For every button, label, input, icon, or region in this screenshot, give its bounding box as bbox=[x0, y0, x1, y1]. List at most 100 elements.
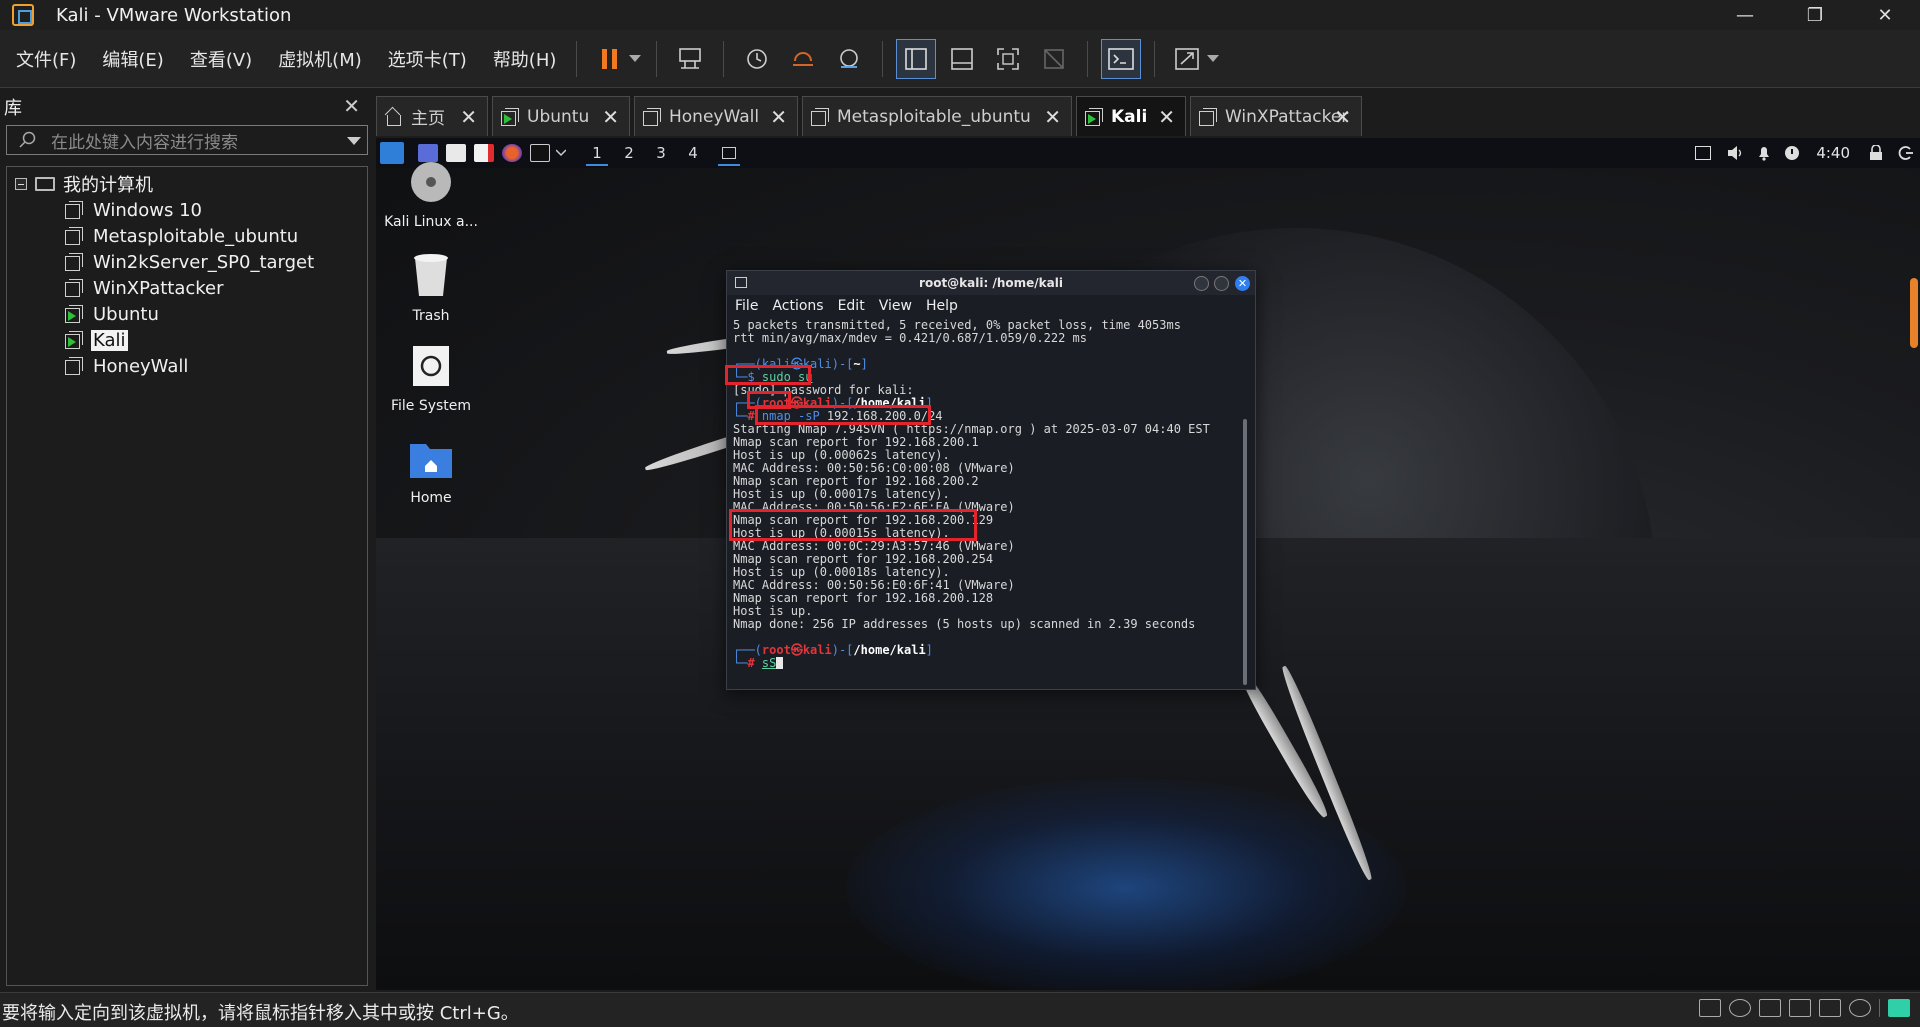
printer-icon[interactable] bbox=[1789, 999, 1811, 1017]
trash-icon bbox=[414, 254, 448, 296]
tree-root-my-computer[interactable]: 我的计算机 bbox=[15, 171, 153, 197]
message-log-icon[interactable] bbox=[1888, 999, 1910, 1017]
stretch-guest-button[interactable] bbox=[1168, 39, 1208, 79]
workspace-2[interactable]: 2 bbox=[614, 138, 644, 168]
toolbar-divider bbox=[576, 40, 578, 77]
taskbar-terminal-window[interactable] bbox=[714, 138, 744, 168]
terminal-menu-view[interactable]: View bbox=[879, 298, 912, 314]
search-dropdown-icon[interactable] bbox=[347, 137, 361, 145]
desktop-icon-file-system[interactable]: File System bbox=[376, 344, 486, 414]
library-view-icon bbox=[905, 47, 928, 70]
vm-icon bbox=[65, 201, 83, 219]
chevron-down-icon[interactable] bbox=[556, 149, 566, 157]
menu-file[interactable]: 文件(F) bbox=[6, 46, 86, 72]
power-status-icon[interactable] bbox=[1784, 145, 1800, 161]
terminal-menu-help[interactable]: Help bbox=[926, 298, 958, 314]
terminal-maximize-button[interactable] bbox=[1214, 276, 1229, 291]
terminal-minimize-button[interactable] bbox=[1194, 276, 1209, 291]
library-view-button[interactable] bbox=[896, 38, 937, 79]
hard-disk-icon[interactable] bbox=[1699, 999, 1721, 1017]
cd-dvd-icon[interactable] bbox=[1729, 999, 1751, 1017]
tab-metasploitable-ubuntu[interactable]: Metasploitable_ubuntu ✕ bbox=[802, 96, 1072, 136]
clock[interactable]: 4:40 bbox=[1816, 144, 1850, 162]
display-icon[interactable] bbox=[1695, 146, 1712, 160]
terminal-close-button[interactable]: ✕ bbox=[1235, 276, 1250, 291]
library-search-input[interactable]: 在此处键入内容进行搜索 bbox=[6, 125, 368, 155]
terminal-menu-actions[interactable]: Actions bbox=[772, 298, 823, 314]
library-vm-windows-10[interactable]: Windows 10 bbox=[65, 197, 204, 223]
highlight-box-sudo bbox=[725, 365, 811, 385]
menu-vm[interactable]: 虚拟机(M) bbox=[268, 46, 372, 72]
network-adapter-icon[interactable] bbox=[1759, 999, 1781, 1017]
send-ctrl-alt-del-button[interactable] bbox=[670, 39, 710, 79]
library-vm-ubuntu[interactable]: Ubuntu bbox=[65, 301, 161, 327]
library-vm-metasploitable-ubuntu[interactable]: Metasploitable_ubuntu bbox=[65, 223, 300, 249]
snapshot-manager-button[interactable] bbox=[829, 39, 869, 79]
tab-close-icon[interactable]: ✕ bbox=[1334, 105, 1351, 129]
notification-bell-icon[interactable] bbox=[1756, 145, 1772, 161]
library-vm-winxpattacker[interactable]: WinXPattacker bbox=[65, 275, 226, 301]
snapshot-button[interactable] bbox=[737, 39, 777, 79]
library-header: 库 ✕ bbox=[0, 92, 370, 122]
maximize-button[interactable]: ❐ bbox=[1780, 0, 1850, 30]
console-view-button[interactable] bbox=[1101, 38, 1142, 79]
workspace-1[interactable]: 1 bbox=[582, 138, 612, 168]
tab-ubuntu[interactable]: Ubuntu ✕ bbox=[492, 96, 630, 136]
volume-icon[interactable] bbox=[1726, 145, 1744, 161]
pause-icon bbox=[602, 48, 618, 69]
tab-home[interactable]: 主页 ✕ bbox=[376, 96, 488, 136]
usb-icon[interactable] bbox=[1849, 999, 1871, 1017]
logout-icon[interactable] bbox=[1898, 145, 1914, 161]
minimize-button[interactable]: — bbox=[1710, 0, 1780, 30]
tab-close-icon[interactable]: ✕ bbox=[602, 105, 619, 129]
terminal-menu-edit[interactable]: Edit bbox=[838, 298, 865, 314]
menu-tabs[interactable]: 选项卡(T) bbox=[378, 46, 477, 72]
tree-root-label: 我的计算机 bbox=[63, 175, 153, 196]
menu-view[interactable]: 查看(V) bbox=[180, 46, 262, 72]
stretch-dropdown-button[interactable] bbox=[1205, 39, 1221, 79]
menu-edit[interactable]: 编辑(E) bbox=[92, 46, 173, 72]
terminal-window[interactable]: root@kali: /home/kali ✕ File Actions Edi… bbox=[725, 270, 1256, 690]
workspace-4[interactable]: 4 bbox=[678, 138, 708, 168]
workspace-3[interactable]: 3 bbox=[646, 138, 676, 168]
terminal-scrollbar[interactable] bbox=[1243, 419, 1247, 685]
desktop-icon-home[interactable]: Home bbox=[376, 436, 486, 506]
library-vm-honeywall[interactable]: HoneyWall bbox=[65, 353, 190, 379]
revert-snapshot-button[interactable] bbox=[783, 39, 823, 79]
pause-button[interactable] bbox=[590, 39, 630, 79]
lock-icon[interactable] bbox=[1868, 145, 1884, 161]
terminal-menu-file[interactable]: File bbox=[735, 298, 758, 314]
library-close-button[interactable]: ✕ bbox=[343, 94, 360, 118]
sound-card-icon[interactable] bbox=[1819, 999, 1841, 1017]
text-cursor bbox=[776, 657, 784, 669]
play-icon bbox=[68, 311, 76, 321]
tab-close-icon[interactable]: ✕ bbox=[460, 105, 477, 129]
tab-kali[interactable]: Kali ✕ bbox=[1076, 96, 1186, 136]
highlight-box-nmap-command bbox=[755, 405, 931, 425]
tab-close-icon[interactable]: ✕ bbox=[1044, 105, 1061, 129]
desktop-icon-trash[interactable]: Trash bbox=[376, 252, 486, 324]
tab-honeywall[interactable]: HoneyWall ✕ bbox=[634, 96, 798, 136]
library-vm-win2kserver[interactable]: Win2kServer_SP0_target bbox=[65, 249, 316, 275]
status-bar: 要将输入定向到该虚拟机，请将鼠标指针移入其中或按 Ctrl+G。 bbox=[0, 992, 1920, 1027]
guest-display[interactable]: 1 2 3 4 4:40 Kali Linux a... Trash File … bbox=[376, 138, 1920, 990]
power-dropdown-button[interactable] bbox=[627, 39, 643, 79]
desktop-icon-kali-live[interactable]: Kali Linux a... bbox=[376, 160, 486, 230]
tab-winxpattacker[interactable]: WinXPattacker ✕ bbox=[1190, 96, 1362, 136]
terminal-launcher-icon[interactable] bbox=[530, 144, 550, 162]
tab-close-icon[interactable]: ✕ bbox=[770, 105, 787, 129]
firefox-icon[interactable] bbox=[502, 144, 522, 162]
thumbnail-view-button[interactable] bbox=[942, 39, 982, 79]
full-screen-button[interactable] bbox=[988, 39, 1028, 79]
library-vm-kali[interactable]: Kali bbox=[65, 327, 128, 353]
library-tree: 我的计算机 Windows 10 Metasploitable_ubuntu W… bbox=[6, 166, 368, 986]
terminal-title: root@kali: /home/kali bbox=[919, 276, 1063, 290]
menu-help[interactable]: 帮助(H) bbox=[483, 46, 567, 72]
collapse-toggle-icon[interactable] bbox=[15, 178, 27, 190]
close-button[interactable]: ✕ bbox=[1850, 0, 1920, 30]
unity-button[interactable] bbox=[1034, 39, 1074, 79]
tab-close-icon[interactable]: ✕ bbox=[1158, 105, 1175, 129]
vm-icon bbox=[643, 107, 661, 126]
terminal-line: Nmap done: 256 IP addresses (5 hosts up)… bbox=[733, 617, 1196, 631]
terminal-titlebar[interactable]: root@kali: /home/kali ✕ bbox=[727, 271, 1255, 295]
